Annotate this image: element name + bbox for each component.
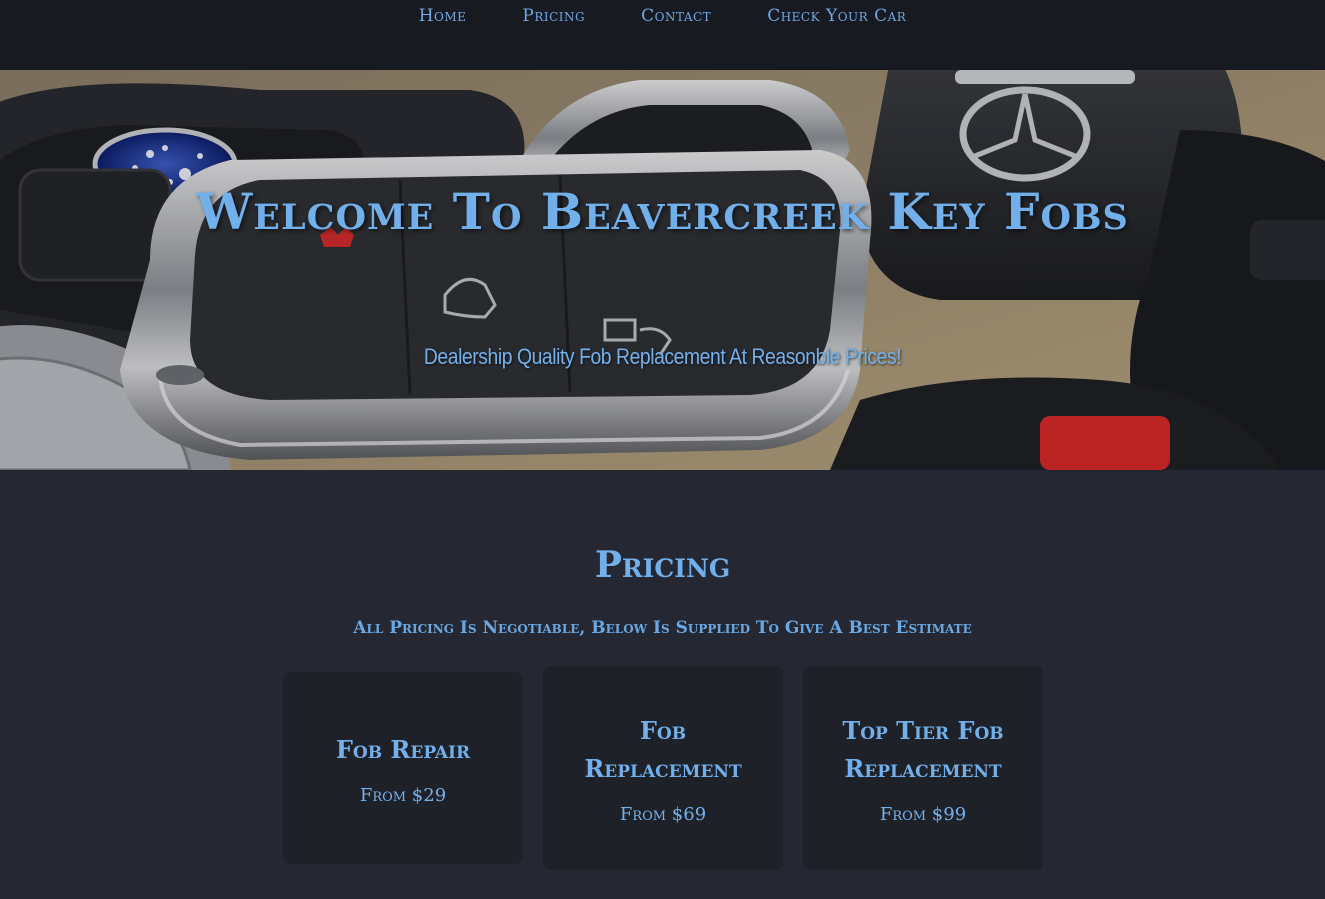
hero-title: Welcome To Beavercreek Key Fobs: [196, 182, 1129, 241]
hero-subtitle: Dealership Quality Fob Replacement At Re…: [423, 344, 902, 369]
pricing-subheading: All Pricing Is Negotiable, Below Is Supp…: [353, 618, 972, 638]
nav-check-your-car-link[interactable]: Check Your Car: [767, 6, 906, 26]
pricing-card-fob-repair: Fob Repair From $29: [283, 672, 523, 864]
hero-banner: Welcome To Beavercreek Key Fobs Dealersh…: [0, 70, 1325, 470]
nav-pricing-link[interactable]: Pricing: [522, 6, 585, 26]
top-navigation: Home Pricing Contact Check Your Car: [0, 0, 1325, 70]
card-title: Fob Repair: [335, 734, 471, 764]
nav-contact-link[interactable]: Contact: [641, 6, 711, 26]
card-price: From $99: [879, 803, 967, 825]
card-price: From $69: [619, 803, 707, 825]
nav-links: Home Pricing Contact Check Your Car: [0, 6, 1325, 26]
card-price: From $29: [359, 784, 447, 806]
pricing-card-top-tier-fob-replacement: Top Tier Fob Replacement From $99: [803, 666, 1043, 870]
key-fobs-background-image: [0, 70, 1325, 470]
card-title: Fob Replacement: [584, 715, 742, 783]
pricing-card-fob-replacement: Fob Replacement From $69: [543, 666, 783, 870]
pricing-heading: Pricing: [594, 544, 731, 586]
card-title: Top Tier Fob Replacement: [842, 715, 1004, 783]
nav-home-link[interactable]: Home: [419, 6, 467, 26]
